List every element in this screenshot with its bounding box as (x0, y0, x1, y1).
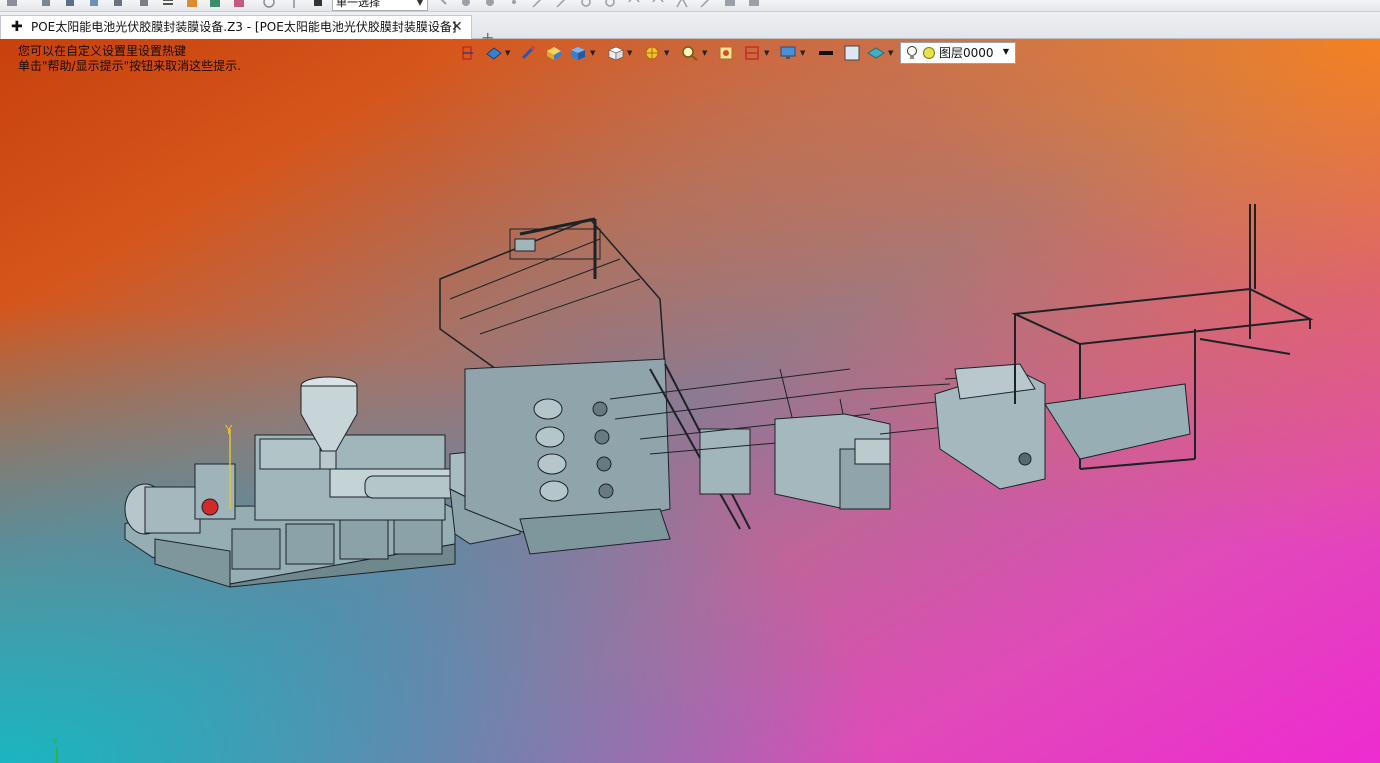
history-icon[interactable] (263, 0, 275, 8)
point-icon[interactable] (508, 0, 520, 8)
axis-y-label: Y (51, 737, 59, 748)
arrow-icon[interactable] (556, 0, 568, 8)
pick-icon[interactable] (436, 0, 448, 8)
curve-icon[interactable] (628, 0, 640, 8)
filter-icon[interactable] (312, 0, 324, 8)
pick-3-icon[interactable] (484, 0, 496, 8)
save-icon[interactable] (64, 0, 76, 8)
slash-icon[interactable] (700, 0, 712, 8)
close-icon[interactable]: ✕ (451, 16, 463, 38)
document-tab[interactable]: ✚ POE太阳能电池光伏胶膜封装膜设备.Z3 - [POE太阳能电池光伏胶膜封装… (0, 15, 472, 39)
selection-mode-value: 单一选择 (336, 0, 380, 9)
line-icon[interactable] (532, 0, 544, 8)
polyline-icon[interactable] (676, 0, 688, 8)
document-tab-label: POE太阳能电池光伏胶膜封装膜设备.Z3 - [POE太阳能电池光伏胶膜封装膜设… (31, 20, 457, 34)
axis-indicator-icon: Y (51, 737, 59, 763)
pin-icon[interactable] (288, 0, 300, 8)
calender-unit[interactable] (439, 217, 671, 555)
selection-mode-select[interactable]: 单一选择 ▼ (332, 0, 428, 11)
list-icon[interactable] (162, 0, 174, 8)
3d-viewport[interactable]: 您可以在自定义设置里设置热键 单击"帮助/显示提示"按钮来取消这些提示. ▼ ▼… (0, 39, 1380, 763)
main-toolbar: 单一选择 ▼ (0, 0, 1380, 12)
redo-icon[interactable] (112, 0, 124, 8)
extruder-barrel[interactable] (254, 434, 476, 521)
svg-text:Y: Y (224, 423, 233, 437)
settings-icon[interactable] (233, 0, 245, 8)
new-icon[interactable] (6, 0, 18, 8)
spline-icon[interactable] (652, 0, 664, 8)
cutter-unit[interactable] (934, 363, 1046, 490)
tool-icon[interactable] (138, 0, 150, 8)
tab-bar: ✚ POE太阳能电池光伏胶膜封装膜设备.Z3 - [POE太阳能电池光伏胶膜封装… (0, 12, 1380, 47)
pin-tab-icon[interactable]: ✚ (11, 16, 23, 38)
open-icon[interactable] (40, 0, 52, 8)
circle-icon[interactable] (580, 0, 592, 8)
3d-model-production-line[interactable]: Y (0, 39, 1380, 763)
ribbon-2-icon[interactable] (748, 0, 760, 8)
traction-unit[interactable] (774, 413, 891, 510)
arc-icon[interactable] (604, 0, 616, 8)
undo-icon[interactable] (88, 0, 100, 8)
ribbon-icon[interactable] (724, 0, 736, 8)
pick-2-icon[interactable] (460, 0, 472, 8)
palette-icon[interactable] (186, 0, 198, 8)
stacker-frame[interactable] (1011, 204, 1314, 470)
book-icon[interactable] (209, 0, 221, 8)
chevron-down-icon: ▼ (416, 0, 423, 7)
